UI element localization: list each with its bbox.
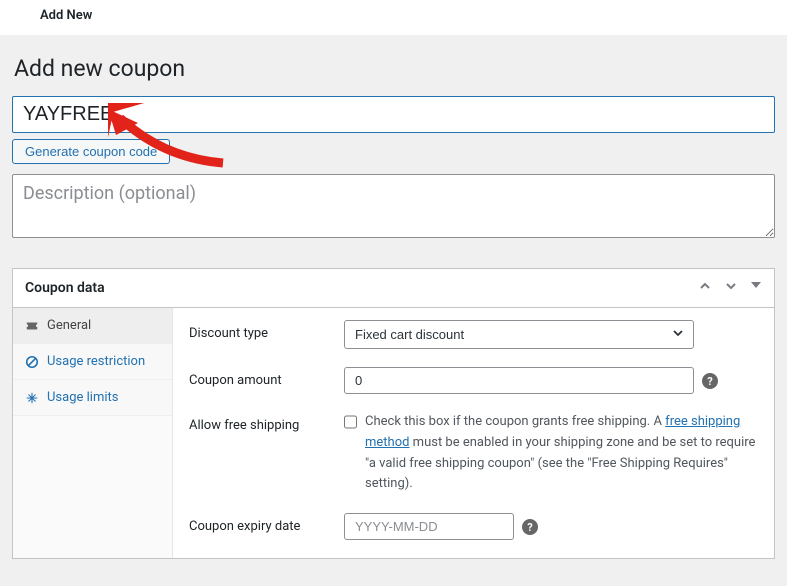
help-icon[interactable]: ?: [522, 519, 538, 535]
free-shipping-label: Allow free shipping: [189, 412, 344, 433]
tab-label: Usage limits: [47, 390, 118, 405]
coupon-amount-input[interactable]: [344, 367, 694, 394]
limits-icon: [25, 391, 39, 405]
panel-title: Coupon data: [25, 280, 105, 296]
tab-usage-restriction[interactable]: Usage restriction: [13, 344, 172, 380]
panel-move-down-icon[interactable]: [724, 279, 738, 297]
panel-toggle-icon[interactable]: [750, 279, 762, 297]
description-textarea[interactable]: [12, 174, 775, 238]
ticket-icon: [25, 319, 39, 333]
page-title: Add new coupon: [12, 55, 775, 82]
discount-type-select[interactable]: Fixed cart discount: [344, 320, 694, 349]
coupon-data-panel: Coupon data: [12, 268, 775, 559]
coupon-code-input[interactable]: [12, 96, 775, 133]
discount-type-label: Discount type: [189, 320, 344, 341]
help-icon[interactable]: ?: [702, 373, 718, 389]
coupon-amount-label: Coupon amount: [189, 367, 344, 388]
breadcrumb-add-new: Add New: [0, 0, 787, 35]
coupon-tabs: General Usage restriction Usage limits: [13, 308, 173, 558]
free-shipping-description: Check this box if the coupon grants free…: [365, 412, 758, 495]
block-icon: [25, 355, 39, 369]
tab-label: General: [47, 318, 91, 333]
generate-coupon-button[interactable]: Generate coupon code: [12, 139, 170, 164]
free-shipping-checkbox[interactable]: [344, 414, 357, 430]
panel-move-up-icon[interactable]: [698, 279, 712, 297]
expiry-date-input[interactable]: [344, 513, 514, 540]
tab-usage-limits[interactable]: Usage limits: [13, 380, 172, 416]
tab-label: Usage restriction: [47, 354, 145, 369]
expiry-date-label: Coupon expiry date: [189, 513, 344, 534]
tab-general[interactable]: General: [13, 308, 172, 344]
